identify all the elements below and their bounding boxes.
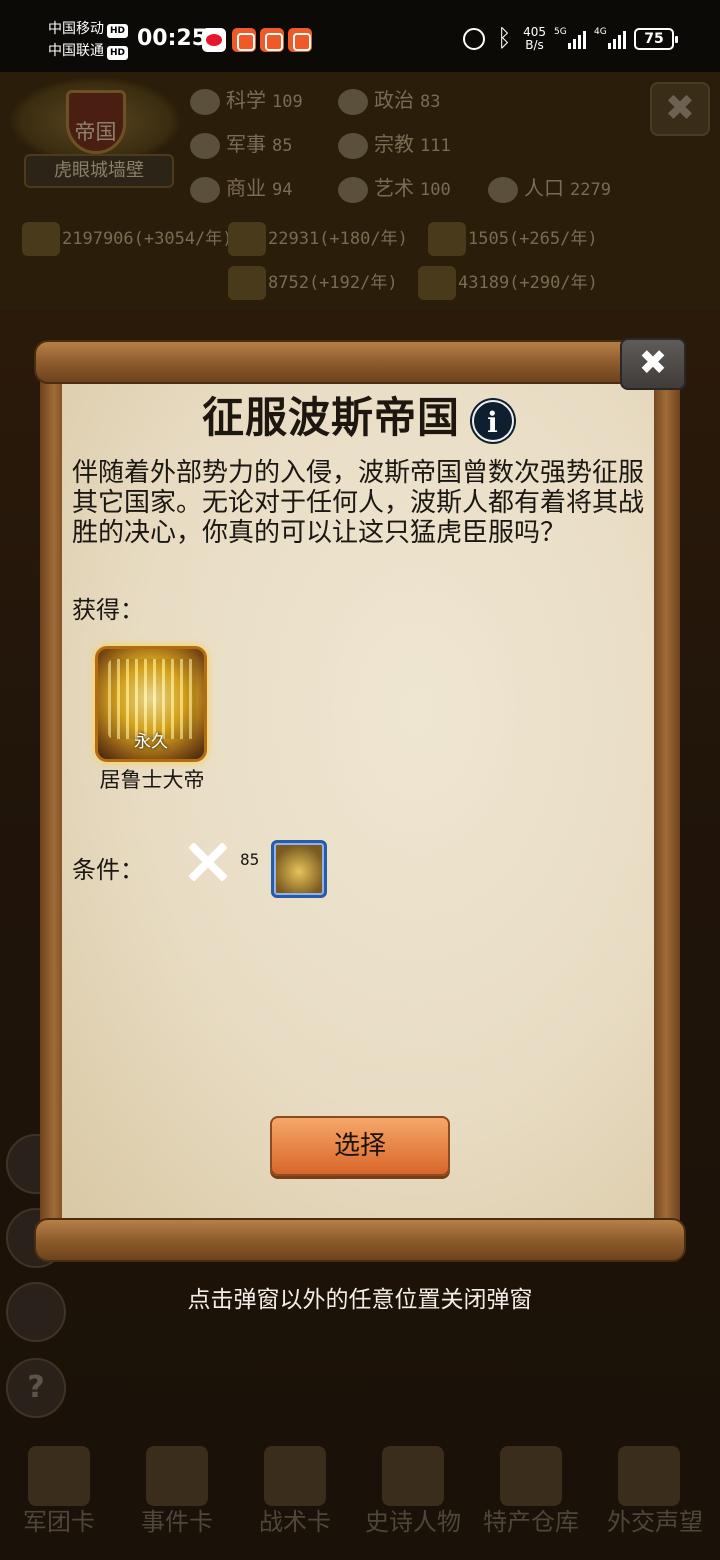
nav-specialty-warehouse[interactable]: 特产仓库 bbox=[472, 1440, 590, 1560]
stat-population: 人口 2279 bbox=[488, 172, 611, 203]
stat-military: 军事 85 bbox=[190, 128, 292, 159]
bottom-nav: 军团卡 事件卡 战术卡 史诗人物 特产仓库 外交声望 bbox=[0, 1440, 720, 1560]
help-icon[interactable] bbox=[6, 1358, 66, 1418]
nav-tactic-cards[interactable]: 战术卡 bbox=[236, 1440, 354, 1560]
dialog-description: 伴随着外部势力的入侵，波斯帝国曾数次强势征服其它国家。无论对于任何人，波斯人都有… bbox=[72, 458, 645, 548]
reward-label: 获得： bbox=[72, 596, 144, 624]
dialog-close-button[interactable]: ✖ bbox=[620, 338, 686, 390]
stat-politics: 政治 83 bbox=[338, 84, 440, 115]
reward-permanent-badge: 永久 bbox=[134, 732, 168, 752]
wood-icon bbox=[228, 222, 266, 256]
conquest-dialog: 征服波斯帝国 i 伴随着外部势力的入侵，波斯帝国曾数次强势征服其它国家。无论对于任… bbox=[62, 370, 654, 1222]
condition-card[interactable] bbox=[271, 840, 327, 898]
resource-stone: 8752(+192/年) bbox=[228, 266, 398, 300]
laurel-icon bbox=[338, 176, 368, 203]
crossed-swords-icon bbox=[190, 132, 220, 159]
envelope-icon bbox=[618, 1446, 680, 1506]
info-icon[interactable]: i bbox=[472, 399, 514, 442]
scroll-icon bbox=[146, 1446, 208, 1506]
net-speed: 405 B/s bbox=[523, 25, 546, 52]
status-bar: 中国移动HD 中国联通HD 00:25 405B/s 5G 4G 75 bbox=[0, 0, 720, 72]
alarm-icon bbox=[463, 28, 486, 50]
stat-religion: 宗教 111 bbox=[338, 128, 451, 159]
app-notification-icon bbox=[288, 28, 312, 52]
reward-card[interactable]: 永久 bbox=[95, 646, 207, 762]
chest-icon bbox=[500, 1446, 562, 1506]
nav-epic-figures[interactable]: 史诗人物 bbox=[354, 1440, 472, 1560]
app-notification-icon bbox=[232, 28, 256, 52]
meat-icon bbox=[418, 266, 456, 300]
planet-icon bbox=[190, 88, 220, 115]
iron-icon bbox=[428, 222, 466, 256]
nav-diplomacy[interactable]: 外交声望 bbox=[590, 1440, 720, 1560]
scroll-rod-bottom bbox=[34, 1218, 686, 1262]
gold-coins-icon bbox=[22, 222, 60, 256]
condition-label: 条件： bbox=[72, 856, 144, 884]
helmet-icon bbox=[28, 1446, 90, 1506]
resource-gold: 2197906(+3054/年) bbox=[22, 222, 233, 256]
select-button[interactable]: 选择 bbox=[270, 1116, 450, 1176]
stat-art: 艺术 100 bbox=[338, 172, 451, 203]
cross-icon bbox=[338, 132, 368, 159]
carrier-1: 中国移动 HD bbox=[48, 20, 129, 38]
game-hud: 帝国 虎眼城墙壁 科学 109 政治 83 军事 85 宗教 111 商业 94 艺术 10… bbox=[0, 72, 720, 310]
nation-title: 帝国 bbox=[74, 120, 117, 144]
carrier-2: 中国联通 HD bbox=[48, 42, 129, 60]
weibo-notification-icon bbox=[202, 28, 226, 52]
scroll-rod-top bbox=[34, 340, 686, 384]
resource-iron: 1505(+265/年) bbox=[428, 222, 598, 256]
condition-military-value: 85 bbox=[240, 850, 260, 869]
clock: 00:25 bbox=[137, 26, 208, 51]
crown-icon bbox=[382, 1446, 444, 1506]
dialog-title: 征服波斯帝国 i bbox=[62, 384, 654, 445]
hud-close-button[interactable]: ✖ bbox=[650, 82, 710, 136]
scales-icon bbox=[190, 176, 220, 203]
signal-4g-icon: 4G bbox=[594, 27, 626, 49]
nav-legion-cards[interactable]: 军团卡 bbox=[0, 1440, 118, 1560]
reward-name: 居鲁士大帝 bbox=[99, 768, 205, 792]
stone-icon bbox=[228, 266, 266, 300]
stat-commerce: 商业 94 bbox=[190, 172, 292, 203]
dismiss-hint: 点击弹窗以外的任意位置关闭弹窗 bbox=[187, 1287, 533, 1313]
person-icon bbox=[488, 176, 518, 203]
tactics-icon bbox=[264, 1446, 326, 1506]
nav-event-cards[interactable]: 事件卡 bbox=[118, 1440, 236, 1560]
resource-wood: 22931(+180/年) bbox=[228, 222, 408, 256]
resource-food: 43189(+290/年) bbox=[418, 266, 598, 300]
battery-icon: 75 bbox=[634, 28, 678, 50]
signal-5g-icon: 5G bbox=[554, 27, 586, 49]
scroll-side-right bbox=[652, 372, 680, 1232]
crossed-swords-icon bbox=[182, 840, 232, 884]
stat-science: 科学 109 bbox=[190, 84, 303, 115]
capitol-icon bbox=[338, 88, 368, 115]
bluetooth-icon bbox=[493, 24, 515, 52]
city-name: 虎眼城墙壁 bbox=[24, 154, 174, 188]
nation-emblem[interactable]: 帝国 虎眼城墙壁 bbox=[8, 76, 183, 206]
app-notification-icon bbox=[260, 28, 284, 52]
